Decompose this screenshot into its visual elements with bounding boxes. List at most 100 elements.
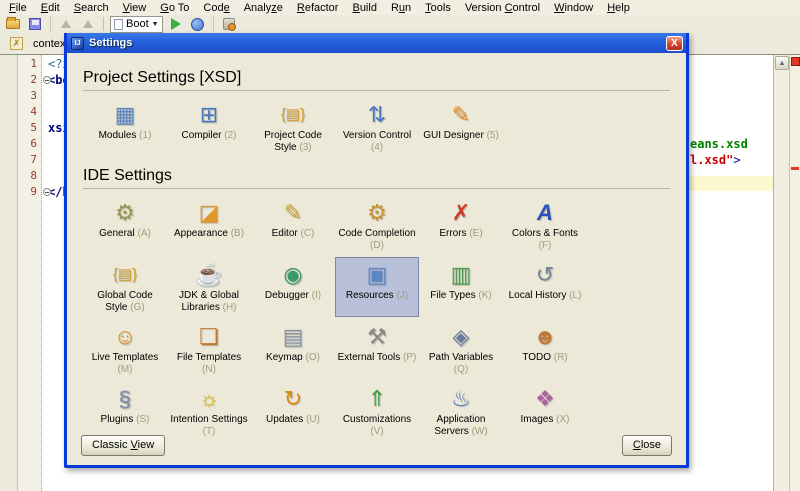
menu-build[interactable]: Build (345, 1, 383, 15)
line-number: 4 (30, 105, 37, 118)
fold-marker-icon[interactable] (43, 76, 51, 84)
jdk-global-libraries-icon: ☕ (195, 261, 222, 289)
menu-run[interactable]: Run (384, 1, 418, 15)
general-icon: ⚙ (115, 199, 135, 227)
close-icon[interactable]: ✗ (10, 37, 23, 50)
intellij-logo-icon: IJ (71, 37, 84, 50)
menu-go-to[interactable]: Go To (153, 1, 196, 15)
code-fragment: eans.xsd (690, 137, 748, 151)
menu-edit[interactable]: Edit (34, 1, 67, 15)
vertical-scrollbar[interactable]: ▲ (773, 55, 789, 491)
settings-item-colors-fonts[interactable]: AColors & Fonts (F) (503, 195, 587, 255)
scroll-up-icon[interactable]: ▲ (775, 56, 789, 70)
file-templates-icon: ❏ (199, 323, 219, 351)
history-forward-icon[interactable] (79, 16, 97, 32)
run-icon[interactable] (167, 16, 185, 32)
settings-item-resources[interactable]: ▣Resources (J) (335, 257, 419, 317)
settings-item-debugger[interactable]: ◉Debugger (I) (251, 257, 335, 317)
menu-code[interactable]: Code (196, 1, 236, 15)
settings-item-external-tools[interactable]: ⚒External Tools (P) (335, 319, 419, 379)
settings-item-jdk-global-libraries[interactable]: ☕JDK & Global Libraries (H) (167, 257, 251, 317)
settings-item-shortcut: (K) (478, 290, 491, 301)
settings-item-images[interactable]: ❖Images (X) (503, 381, 587, 441)
dialog-close-icon[interactable]: X (666, 36, 683, 51)
keymap-icon: ▤ (283, 323, 304, 351)
settings-item-plugins[interactable]: §Plugins (S) (83, 381, 167, 441)
settings-item-customizations[interactable]: ⇑Customizations (V) (335, 381, 419, 441)
menu-view[interactable]: View (116, 1, 154, 15)
errors-icon: ✗ (452, 199, 470, 227)
resources-icon: ▣ (367, 261, 388, 289)
menu-version-control[interactable]: Version Control (458, 1, 547, 15)
section-divider (83, 90, 670, 91)
settings-item-shortcut: (L) (569, 290, 581, 301)
settings-item-shortcut: (U) (306, 414, 320, 425)
settings-item-shortcut: (4) (371, 142, 383, 153)
menu-search[interactable]: Search (67, 1, 116, 15)
debug-icon[interactable] (189, 16, 207, 32)
menu-window[interactable]: Window (547, 1, 600, 15)
settings-item-live-templates[interactable]: ☺Live Templates (M) (83, 319, 167, 379)
dialog-footer: Classic View Close (81, 435, 672, 456)
dialog-title-bar[interactable]: IJ Settings X (67, 33, 686, 53)
toolbar-separator (103, 17, 104, 31)
menu-help[interactable]: Help (600, 1, 637, 15)
fold-marker-icon[interactable] (43, 188, 51, 196)
settings-item-label: General (A) (99, 228, 151, 240)
settings-item-shortcut: (F) (539, 240, 552, 251)
settings-item-editor[interactable]: ✎Editor (C) (251, 195, 335, 255)
settings-item-label: Plugins (S) (101, 414, 150, 426)
section-divider (83, 188, 670, 189)
version-control-icon: ⇅ (368, 101, 386, 129)
run-config-icon (114, 19, 123, 30)
open-file-icon[interactable] (4, 16, 22, 32)
settings-item-shortcut: (C) (301, 228, 315, 239)
settings-item-file-templates[interactable]: ❏File Templates (N) (167, 319, 251, 379)
settings-item-gui-designer[interactable]: ✎GUI Designer (5) (419, 97, 503, 157)
settings-dialog: IJ Settings X Project Settings [XSD] ▦Mo… (64, 33, 689, 468)
settings-item-todo[interactable]: ☻TODO (R) (503, 319, 587, 379)
settings-item-shortcut: (G) (130, 302, 144, 313)
settings-item-project-code-style[interactable]: {▤}Project Code Style (3) (251, 97, 335, 157)
ant-build-icon[interactable] (220, 16, 238, 32)
settings-item-errors[interactable]: ✗Errors (E) (419, 195, 503, 255)
settings-item-code-completion[interactable]: ⚙Code Completion (D) (335, 195, 419, 255)
settings-item-global-code-style[interactable]: {▤}Global Code Style (G) (83, 257, 167, 317)
settings-item-path-variables[interactable]: ◈Path Variables (Q) (419, 319, 503, 379)
settings-item-shortcut: (N) (202, 364, 216, 375)
settings-item-label: Resources (J) (346, 290, 408, 302)
settings-item-local-history[interactable]: ↺Local History (L) (503, 257, 587, 317)
settings-item-compiler[interactable]: ⊞Compiler (2) (167, 97, 251, 157)
settings-item-modules[interactable]: ▦Modules (1) (83, 97, 167, 157)
error-stripe-error-marker[interactable] (791, 167, 799, 170)
close-button[interactable]: Close (622, 435, 672, 456)
settings-item-application-servers[interactable]: ♨Application Servers (W) (419, 381, 503, 441)
settings-item-shortcut: (B) (231, 228, 244, 239)
settings-item-file-types[interactable]: ▥File Types (K) (419, 257, 503, 317)
settings-item-keymap[interactable]: ▤Keymap (O) (251, 319, 335, 379)
menu-file[interactable]: File (2, 1, 34, 15)
settings-item-label: Project Code Style (3) (253, 130, 333, 154)
run-configuration-select[interactable]: Boot ▼ (110, 16, 163, 33)
editor-icon: ✎ (284, 199, 302, 227)
classic-view-button[interactable]: Classic View (81, 435, 165, 456)
menu-refactor[interactable]: Refactor (290, 1, 346, 15)
settings-item-updates[interactable]: ↻Updates (U) (251, 381, 335, 441)
error-stripe-status-marker[interactable] (791, 57, 800, 66)
line-number: 5 (30, 121, 37, 134)
file-types-icon: ▥ (451, 261, 472, 289)
menu-tools[interactable]: Tools (418, 1, 458, 15)
settings-item-general[interactable]: ⚙General (A) (83, 195, 167, 255)
save-icon[interactable] (26, 16, 44, 32)
intention-settings-icon: ☼ (199, 385, 219, 413)
menu-bar: FileEditSearchViewGo ToCodeAnalyzeRefact… (0, 0, 800, 15)
history-back-icon[interactable] (57, 16, 75, 32)
settings-item-version-control[interactable]: ⇅Version Control (4) (335, 97, 419, 157)
settings-item-intention-settings[interactable]: ☼Intention Settings (T) (167, 381, 251, 441)
menu-analyze[interactable]: Analyze (237, 1, 290, 15)
settings-item-shortcut: (O) (306, 352, 320, 363)
settings-item-shortcut: (5) (487, 130, 499, 141)
settings-item-label: Path Variables (Q) (421, 352, 501, 376)
settings-item-label: File Types (K) (430, 290, 492, 302)
settings-item-appearance[interactable]: ◪Appearance (B) (167, 195, 251, 255)
